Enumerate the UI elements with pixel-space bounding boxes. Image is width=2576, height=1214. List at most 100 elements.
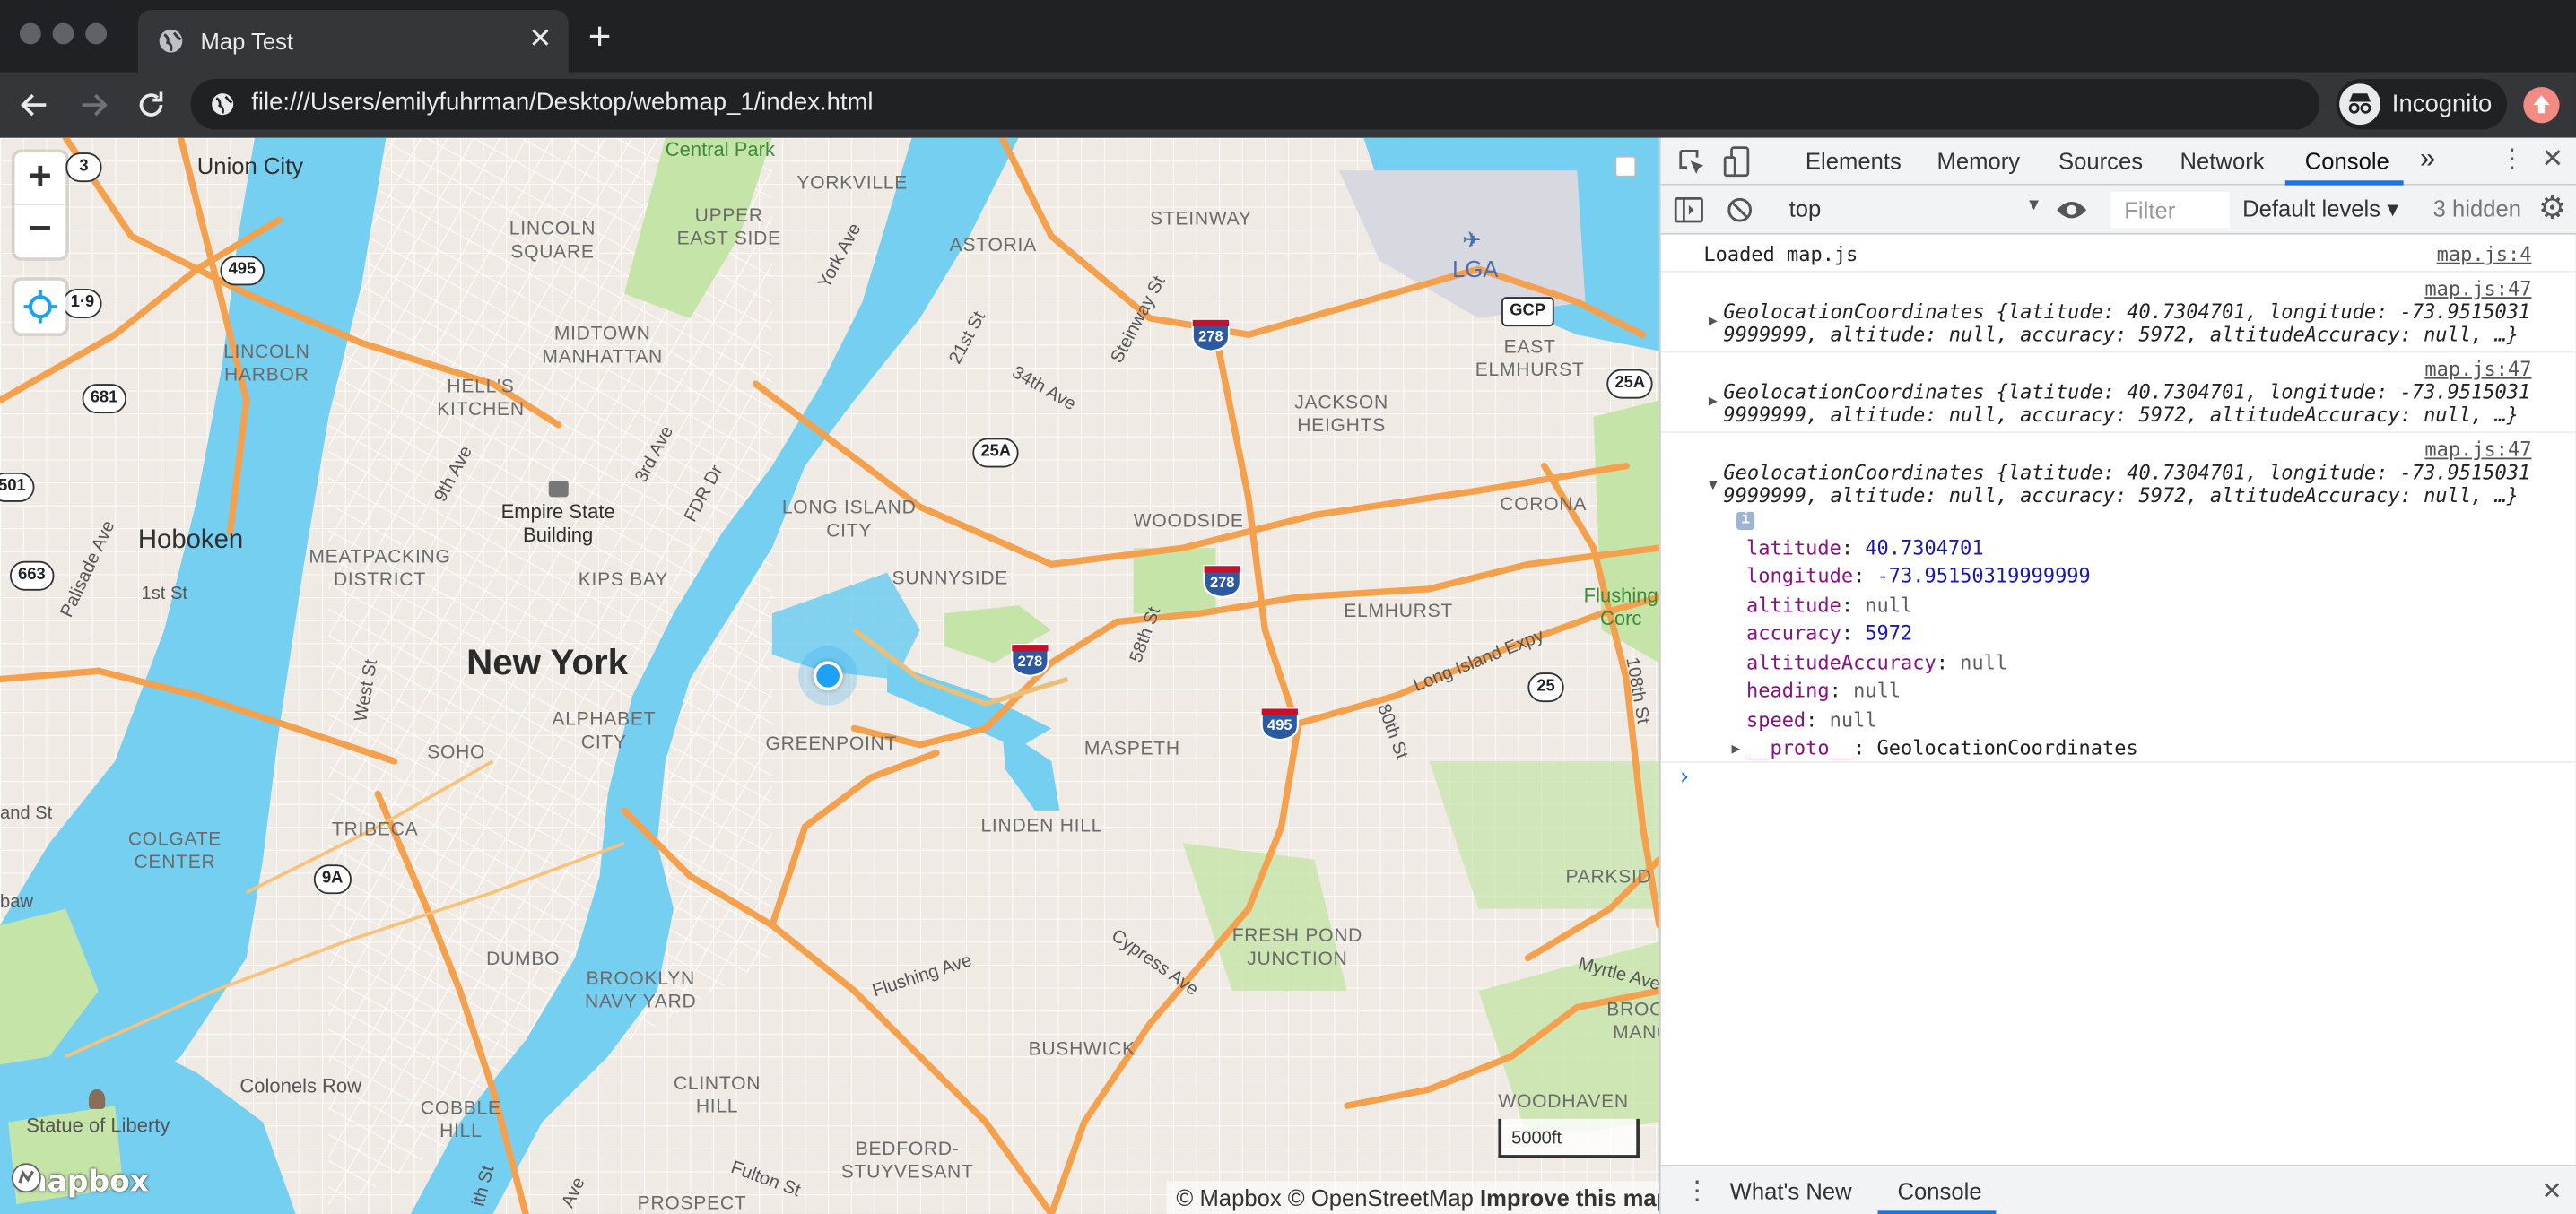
map-label-dumbo: DUMBO	[486, 950, 561, 970]
improve-map-link[interactable]: Improve this map	[1480, 1184, 1659, 1210]
drawer-tab-whats-new[interactable]: What's New	[1730, 1178, 1852, 1204]
tab-elements[interactable]: Elements	[1806, 148, 1902, 174]
console-source-link[interactable]: map.js:47	[2424, 277, 2531, 300]
route-shield-3: 3	[65, 152, 102, 183]
geolocate-button[interactable]	[14, 280, 66, 334]
drawer-active-indicator	[1877, 1210, 1997, 1214]
more-tabs-button[interactable]: »	[2420, 143, 2435, 176]
new-tab-button[interactable]: +	[588, 17, 612, 56]
incognito-indicator[interactable]: Incognito	[2336, 78, 2508, 130]
maximize-window-button[interactable]	[85, 22, 108, 45]
map-label-bedford-stuyvesant: BEDFORD- STUYVESANT	[840, 1140, 974, 1184]
route-shield-1-9: 1·9	[62, 289, 103, 318]
tab-close-icon[interactable]: ✕	[528, 23, 552, 56]
console-source-link[interactable]: map.js:47	[2424, 358, 2531, 381]
close-drawer-icon[interactable]: ✕	[2541, 1176, 2562, 1206]
expand-triangle-icon[interactable]: ▶	[1709, 313, 1718, 329]
console-message: map.js:47 ▶ GeolocationCoordinates {lati…	[1660, 273, 2576, 353]
route-shield-gcp: GCP	[1501, 297, 1554, 327]
expand-triangle-icon[interactable]: ▶	[1709, 394, 1718, 410]
reload-icon[interactable]	[132, 85, 171, 125]
console-filter-input[interactable]: Filter	[2110, 192, 2230, 229]
map-label-empire-state: Empire State Building	[500, 500, 615, 547]
forward-arrow-icon[interactable]	[74, 85, 113, 125]
console-toolbar: top ▼ Filter Default levels ▾ 3 hidden ⚙	[1660, 185, 2576, 235]
inspect-element-icon[interactable]	[1677, 148, 1707, 178]
hidden-messages-count: 3 hidden	[2432, 195, 2521, 222]
drawer-menu-icon[interactable]: ⋮	[1684, 1175, 1710, 1208]
user-location-dot	[813, 661, 843, 691]
address-bar[interactable]: file:///Users/emilyfuhrman/Desktop/webma…	[190, 78, 2320, 130]
map-label-jackson-heights: JACKSON HEIGHTS	[1294, 394, 1388, 437]
map-label-colgate-center: COLGATE CENTER	[127, 829, 222, 873]
expand-proto-triangle-icon[interactable]: ▶	[1732, 741, 1741, 758]
property-altitude-accuracy: altitudeAccuracy: null	[1745, 651, 2008, 675]
minimize-window-button[interactable]	[52, 22, 74, 45]
map-label-lga: LGA	[1452, 256, 1499, 282]
map-label-maspeth: MASPETH	[1083, 740, 1180, 760]
console-object-line1: GeolocationCoordinates {latitude: 40.730…	[1723, 380, 2531, 404]
zoom-in-button[interactable]: +	[14, 152, 66, 205]
console-output[interactable]: Loaded map.js map.js:4 map.js:47 ▶ Geolo…	[1660, 235, 2576, 1166]
map-label-new-york: New York	[466, 641, 629, 683]
log-levels-dropdown[interactable]: Default levels ▾	[2242, 195, 2398, 223]
update-menu-icon[interactable]	[2523, 86, 2560, 124]
map-label-sunnyside: SUNNYSIDE	[892, 568, 1009, 589]
clear-console-icon[interactable]	[1727, 197, 1753, 223]
tab-console[interactable]: Console	[2305, 148, 2389, 174]
info-icon[interactable]: i	[1736, 511, 1755, 530]
map-label-brooklyn-manor: BROOK MANO	[1606, 1001, 1659, 1044]
console-message-text: Loaded map.js	[1703, 242, 1858, 266]
property-altitude: altitude: null	[1745, 594, 1913, 617]
route-shield-25a: 25A	[972, 438, 1020, 468]
mapbox-logo[interactable]: mapbox	[10, 1161, 149, 1201]
interstate-shield-278-c: 278	[1009, 641, 1052, 677]
collapse-triangle-icon[interactable]: ▼	[1709, 477, 1718, 493]
map-label-yorkville: YORKVILLE	[796, 173, 909, 194]
fullscreen-icon[interactable]	[1614, 155, 1637, 178]
attribution-osm-link[interactable]: © OpenStreetMap	[1288, 1184, 1474, 1210]
map-label-elmhurst: ELMHURST	[1344, 602, 1453, 622]
property-heading: heading: null	[1745, 679, 1902, 703]
interstate-shield-278-b: 278	[1201, 563, 1244, 599]
map-label-midtown: MIDTOWN MANHATTAN	[542, 325, 663, 368]
globe-icon	[212, 93, 234, 116]
console-settings-gear-icon[interactable]: ⚙	[2538, 190, 2566, 228]
attribution-mapbox-link[interactable]: © Mapbox	[1176, 1184, 1281, 1210]
close-window-button[interactable]	[19, 22, 41, 45]
console-source-link[interactable]: map.js:47	[2424, 438, 2531, 462]
interstate-shield-495: 495	[1258, 706, 1301, 741]
back-arrow-icon[interactable]	[14, 85, 54, 125]
close-devtools-icon[interactable]: ✕	[2541, 143, 2563, 176]
property-latitude: latitude: 40.7304701	[1745, 536, 1984, 559]
console-object-line1: GeolocationCoordinates {latitude: 40.730…	[1723, 299, 2531, 324]
tab-sources[interactable]: Sources	[2058, 148, 2143, 174]
devtools-menu-icon[interactable]: ⋮	[2499, 144, 2525, 178]
console-prompt[interactable]: ›	[1677, 765, 1691, 791]
map-label-long-island-city: LONG ISLAND CITY	[781, 499, 917, 542]
incognito-icon	[2339, 83, 2380, 126]
browser-tab[interactable]: Map Test ✕	[137, 9, 569, 73]
map-canvas[interactable]: Union City Central Park YORKVILLE STEINW…	[0, 137, 1659, 1214]
context-selector[interactable]: top ▼	[1789, 195, 2042, 221]
zoom-out-button[interactable]: −	[14, 205, 65, 258]
map-attribution: © Mapbox © OpenStreetMap Improve this ma…	[1166, 1181, 1659, 1214]
map-label-steinway: STEINWAY	[1150, 210, 1252, 230]
tab-memory[interactable]: Memory	[1936, 148, 2020, 174]
sidebar-toggle-icon[interactable]	[1674, 197, 1703, 223]
globe-icon	[159, 29, 183, 53]
drawer-tab-console[interactable]: Console	[1897, 1178, 1981, 1204]
device-toolbar-icon[interactable]	[1723, 146, 1753, 179]
map-label-east-elmhurst: EAST ELMHURST	[1475, 337, 1585, 381]
map-label-statue-of-liberty: Statue of Liberty	[26, 1114, 170, 1137]
map-label-greenpoint: GREENPOINT	[765, 734, 898, 755]
route-shield-663: 663	[9, 560, 54, 591]
console-object-line2: 9999999, altitude: null, accuracy: 5972,…	[1723, 403, 2519, 427]
monument-icon	[88, 1088, 106, 1109]
console-source-link[interactable]: map.js:4	[2437, 243, 2532, 266]
street-label-baw: baw	[0, 892, 33, 913]
map-label-linden-hill: LINDEN HILL	[980, 817, 1103, 837]
eye-icon[interactable]	[2055, 198, 2088, 221]
devtools-tabbar: Elements Memory Sources Network Console …	[1660, 137, 2576, 186]
tab-network[interactable]: Network	[2180, 148, 2265, 174]
